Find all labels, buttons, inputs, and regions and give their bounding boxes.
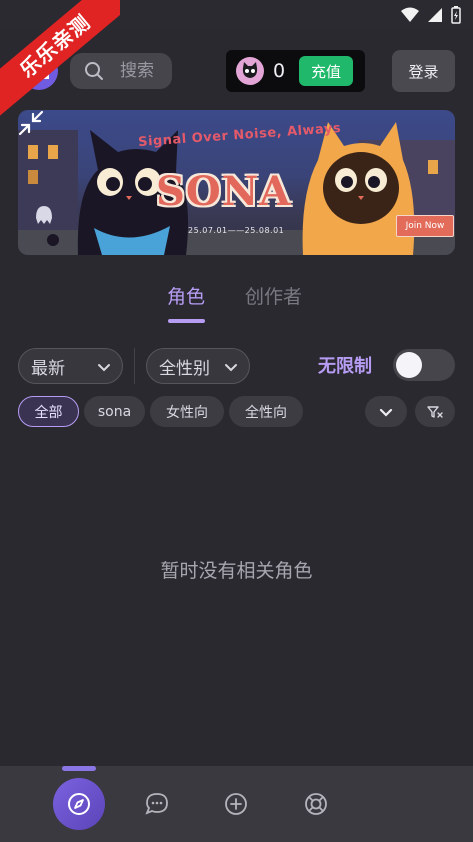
- chevron-down-icon: [98, 364, 110, 372]
- tag-chip-row: 全部 sona 女性向 全性向: [0, 396, 473, 428]
- chevron-down-icon: [379, 408, 393, 417]
- banner-join-button[interactable]: Join Now: [396, 215, 454, 237]
- tab-roles[interactable]: 角色: [167, 282, 205, 309]
- nav-messages[interactable]: [131, 778, 183, 830]
- banner-title: SONA: [156, 168, 292, 215]
- content-tabs: 角色 创作者: [0, 282, 473, 326]
- compass-icon: [68, 793, 90, 815]
- gender-dropdown[interactable]: 全性别: [146, 348, 250, 384]
- signal-icon: [428, 8, 442, 22]
- unlimited-label: 无限制: [318, 356, 372, 377]
- empty-state-message: 暂时没有相关角色: [160, 560, 313, 582]
- event-banner[interactable]: Signal Over Noise, Always SONA 25.07.01—…: [18, 110, 455, 255]
- bottom-navigation: [0, 766, 473, 842]
- coin-balance[interactable]: 0 充值: [226, 50, 365, 92]
- coin-icon: [236, 57, 264, 85]
- chip-female-oriented[interactable]: 女性向: [150, 396, 224, 427]
- watermark-ribbon-text: 乐乐亲测: [0, 0, 120, 120]
- balance-value: 0: [273, 60, 286, 82]
- lifebuoy-icon: [305, 793, 327, 815]
- banner-dates: 25.07.01——25.08.01: [188, 226, 285, 235]
- gender-dropdown-value: 全性别: [159, 358, 210, 379]
- nav-active-indicator: [62, 766, 96, 771]
- search-input[interactable]: [120, 61, 170, 81]
- sort-dropdown[interactable]: 最新: [18, 348, 123, 384]
- chip-all[interactable]: 全部: [18, 396, 79, 427]
- login-button[interactable]: 登录: [392, 50, 455, 92]
- chip-all-orientations[interactable]: 全性向: [229, 396, 303, 427]
- toggle-knob: [396, 352, 422, 378]
- plus-circle-icon: [225, 793, 247, 815]
- watermark-ribbon: 乐乐亲测: [0, 0, 120, 120]
- nav-create[interactable]: [210, 778, 262, 830]
- expand-tags-button[interactable]: [365, 396, 407, 427]
- clear-filter-button[interactable]: [415, 396, 455, 427]
- active-tab-indicator: [168, 319, 205, 323]
- nav-discover[interactable]: [53, 778, 105, 830]
- wifi-icon: [401, 7, 419, 22]
- chat-bubble-icon: [145, 793, 168, 815]
- filter-row: 最新 全性别 无限制: [0, 348, 473, 384]
- chip-sona[interactable]: sona: [84, 396, 145, 427]
- tab-creators[interactable]: 创作者: [245, 282, 302, 309]
- nav-support[interactable]: [290, 778, 342, 830]
- recharge-button[interactable]: 充值: [299, 56, 353, 86]
- battery-icon: [451, 6, 461, 24]
- sort-dropdown-value: 最新: [31, 358, 65, 379]
- chevron-down-icon: [225, 364, 237, 372]
- unlimited-toggle[interactable]: [393, 349, 455, 381]
- filter-divider: [134, 348, 135, 384]
- filter-clear-icon: [427, 405, 443, 418]
